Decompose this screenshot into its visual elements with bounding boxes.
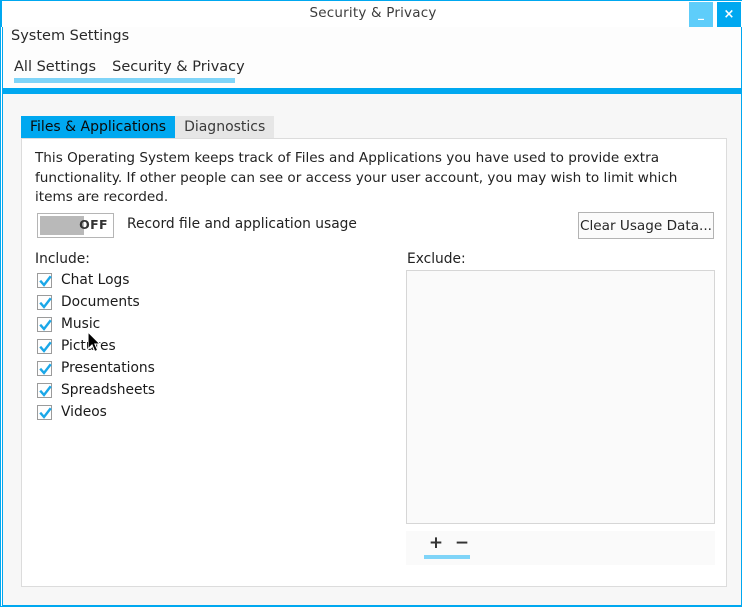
- include-checkbox-label: Documents: [61, 294, 140, 310]
- breadcrumb-item-security-privacy[interactable]: Security & Privacy: [112, 59, 245, 75]
- clear-usage-data-button[interactable]: Clear Usage Data...: [578, 212, 714, 239]
- plus-icon: +: [429, 533, 443, 553]
- clear-usage-data-label: Clear Usage Data...: [580, 218, 712, 234]
- exclude-toolbar-underline: [424, 555, 470, 559]
- minus-icon: −: [455, 533, 469, 553]
- exclude-list-box[interactable]: [406, 270, 715, 524]
- minimize-button[interactable]: _: [689, 2, 713, 27]
- toggle-knob: [40, 216, 84, 235]
- checkbox-icon[interactable]: [37, 339, 52, 354]
- minimize-icon: _: [698, 7, 704, 19]
- tab-diagnostics[interactable]: Diagnostics: [175, 116, 274, 138]
- files-applications-panel: This Operating System keeps track of Fil…: [21, 138, 727, 587]
- include-checkbox-row[interactable]: Spreadsheets: [37, 379, 155, 401]
- exclude-toolbar: + −: [406, 531, 715, 565]
- include-checkbox-row[interactable]: Documents: [37, 291, 155, 313]
- include-checkbox-label: Music: [61, 316, 100, 332]
- app-header: System Settings All Settings Security & …: [2, 27, 742, 88]
- include-checkbox-row[interactable]: Music: [37, 313, 155, 335]
- include-checkbox-row[interactable]: Chat Logs: [37, 269, 155, 291]
- include-label: Include:: [35, 251, 90, 267]
- close-icon: ×: [724, 8, 735, 21]
- include-checkbox-row[interactable]: Pictures: [37, 335, 155, 357]
- include-checkbox-label: Presentations: [61, 360, 155, 376]
- include-checkbox-label: Spreadsheets: [61, 382, 155, 398]
- panel-description: This Operating System keeps track of Fil…: [35, 149, 713, 208]
- remove-exclusion-button[interactable]: −: [449, 533, 475, 553]
- include-checkbox-label: Chat Logs: [61, 272, 129, 288]
- breadcrumb-underline: [14, 78, 235, 83]
- title-bar: Security & Privacy _ ×: [1, 0, 742, 27]
- tab-label: Files & Applications: [30, 119, 166, 135]
- window-body: Files & Applications Diagnostics This Op…: [2, 94, 742, 606]
- checkbox-icon[interactable]: [37, 295, 52, 310]
- tab-bar: Files & Applications Diagnostics: [21, 116, 274, 138]
- checkbox-icon[interactable]: [37, 317, 52, 332]
- breadcrumb-item-all-settings[interactable]: All Settings: [14, 59, 96, 75]
- close-button[interactable]: ×: [717, 2, 741, 27]
- breadcrumb: All Settings Security & Privacy: [14, 56, 256, 75]
- record-usage-label: Record file and application usage: [127, 216, 357, 232]
- include-checkbox-row[interactable]: Videos: [37, 401, 155, 423]
- checkbox-icon[interactable]: [37, 405, 52, 420]
- tab-label: Diagnostics: [184, 119, 265, 135]
- tab-files-and-applications[interactable]: Files & Applications: [21, 116, 175, 138]
- window-title: Security & Privacy: [2, 5, 742, 21]
- record-usage-toggle[interactable]: OFF: [37, 213, 114, 238]
- add-exclusion-button[interactable]: +: [423, 533, 449, 553]
- app-name-label: System Settings: [11, 28, 129, 44]
- checkbox-icon[interactable]: [37, 383, 52, 398]
- include-checkbox-list: Chat Logs Documents Music Pictures Presentat…: [37, 269, 155, 423]
- checkbox-icon[interactable]: [37, 361, 52, 376]
- include-checkbox-label: Pictures: [61, 338, 116, 354]
- exclude-label: Exclude:: [407, 251, 466, 267]
- include-checkbox-label: Videos: [61, 404, 107, 420]
- toggle-state-label: OFF: [79, 217, 108, 232]
- security-privacy-window: Security & Privacy _ × System Settings A…: [0, 0, 742, 607]
- checkbox-icon[interactable]: [37, 273, 52, 288]
- include-checkbox-row[interactable]: Presentations: [37, 357, 155, 379]
